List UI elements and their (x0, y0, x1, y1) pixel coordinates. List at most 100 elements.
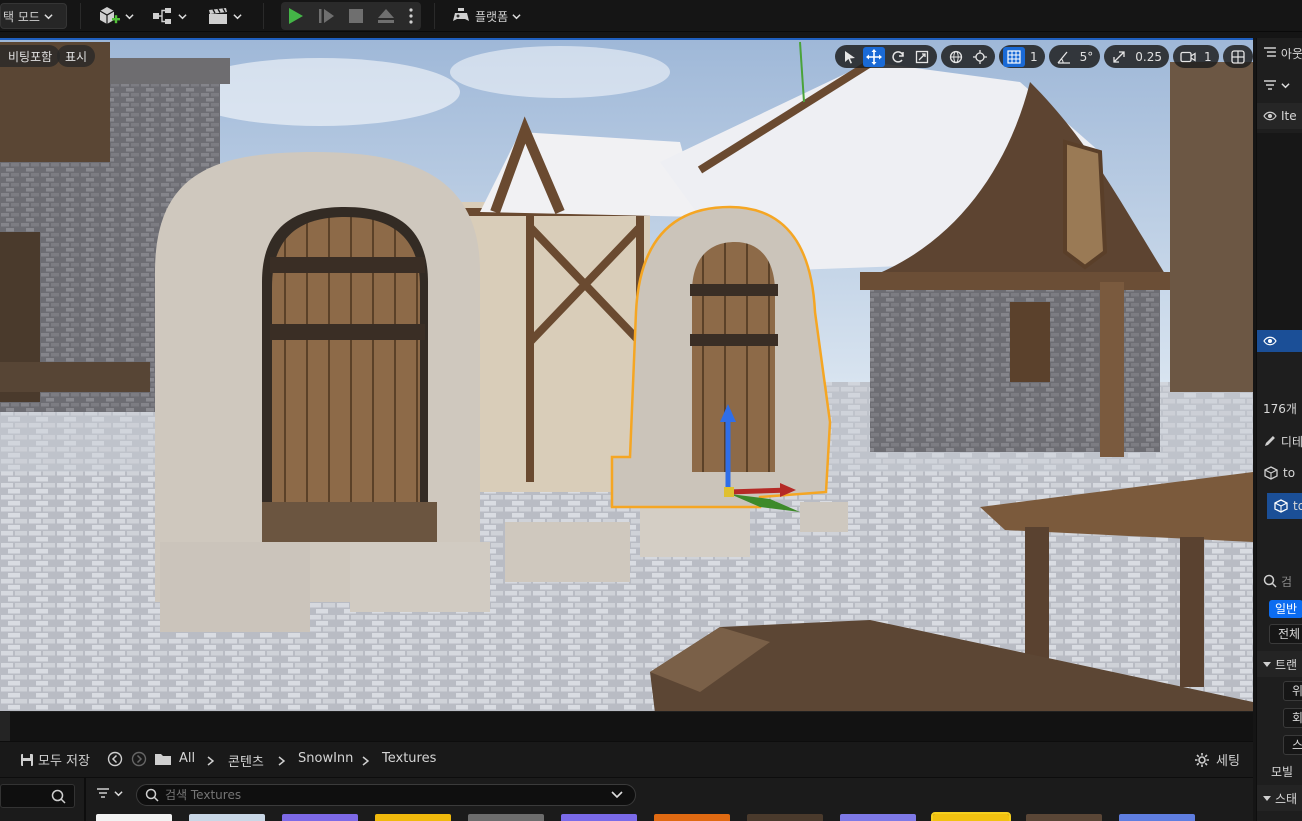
history-forward-button[interactable] (131, 751, 147, 770)
chevron-down-icon (233, 13, 242, 19)
scale-label: 스 (1283, 735, 1302, 755)
outliner-selected-row[interactable] (1257, 330, 1302, 352)
arrow-left-circle-icon (107, 751, 123, 767)
camera-speed-button[interactable] (1177, 47, 1199, 67)
select-mode-button[interactable] (839, 47, 861, 67)
main-toolbar: 택 모드 플랫폼 (0, 0, 1302, 32)
scale-mode-button[interactable] (911, 47, 933, 67)
drawer-tab[interactable] (0, 712, 10, 742)
scale-row[interactable]: 스 (1257, 732, 1302, 758)
play-button[interactable] (281, 3, 309, 29)
chevron-down-icon[interactable] (611, 791, 623, 799)
breadcrumb-all[interactable]: All (179, 751, 195, 766)
details-tab[interactable]: 디테 (1257, 428, 1302, 454)
asset-thumbnail[interactable] (654, 814, 730, 821)
level-viewport[interactable] (0, 38, 1253, 711)
rotate-icon (892, 50, 904, 63)
filter-dropdown-button[interactable] (96, 788, 123, 798)
rotation-label: 회 (1283, 708, 1302, 728)
toolbar-separator (263, 3, 264, 29)
asset-thumbnail[interactable] (931, 812, 1011, 821)
save-all-button[interactable]: 모두 저장 (20, 750, 90, 769)
breadcrumb-textures[interactable]: Textures (382, 751, 436, 766)
location-row[interactable]: 위 (1257, 678, 1302, 704)
static-mesh-section[interactable]: 스태 (1257, 785, 1302, 811)
transform-section[interactable]: 트랜 (1257, 651, 1302, 677)
asset-thumbnail[interactable] (375, 814, 451, 821)
viewport-options-button[interactable]: 비팅포함 (0, 45, 61, 67)
settings-label: 세팅 (1216, 754, 1240, 769)
asset-search-input[interactable] (165, 788, 605, 802)
general-tab-label: 일반 (1269, 600, 1302, 618)
rotate-mode-button[interactable] (887, 47, 909, 67)
asset-thumbnail[interactable] (1026, 814, 1102, 821)
rotation-row[interactable]: 회 (1257, 705, 1302, 731)
eye-icon[interactable] (1263, 336, 1277, 346)
details-actor-name: to (1283, 466, 1296, 480)
eject-button[interactable] (373, 3, 399, 29)
cinematics-button[interactable] (207, 3, 242, 29)
history-back-button[interactable] (107, 751, 123, 770)
outliner-list[interactable] (1257, 133, 1302, 333)
details-tab-label: 디테 (1280, 434, 1302, 449)
details-search-placeholder: 검 (1281, 574, 1293, 589)
play-options-button[interactable] (403, 3, 419, 29)
show-button[interactable]: 표시 (57, 45, 96, 67)
move-icon (866, 48, 882, 65)
stop-button[interactable] (343, 3, 369, 29)
outliner-column-label: Ite (1281, 109, 1297, 123)
surface-snap-button[interactable] (969, 47, 991, 67)
camera-speed-value[interactable]: 1 (1201, 50, 1215, 64)
details-general-tab[interactable]: 일반 (1257, 596, 1302, 622)
actor-count-label: 176개 (1263, 401, 1297, 416)
outliner-tab[interactable]: 아웃 (1257, 40, 1302, 66)
location-label: 위 (1283, 681, 1302, 701)
collapse-arrow-icon (1263, 796, 1271, 801)
platforms-button[interactable]: 플랫폼 (451, 3, 521, 29)
asset-thumbnail[interactable] (1119, 814, 1195, 821)
outliner-filter-button[interactable] (1257, 72, 1302, 98)
advance-frame-button[interactable] (313, 3, 339, 29)
layout-grid-icon (1230, 49, 1245, 64)
translate-mode-button[interactable] (863, 46, 885, 67)
search-icon (145, 788, 159, 802)
mobility-label: 모빌 (1271, 764, 1294, 779)
details-all-tab[interactable]: 전체 (1257, 621, 1302, 647)
asset-search-box[interactable] (136, 784, 636, 806)
play-icon (289, 8, 303, 24)
blueprint-button[interactable] (152, 3, 187, 29)
details-component-row[interactable]: to (1267, 493, 1302, 519)
asset-thumbnail[interactable] (561, 814, 637, 821)
transform-toolbar: 1 5° 0.25 1 (835, 45, 1253, 68)
asset-thumbnail[interactable] (189, 814, 265, 821)
viewport-layout-button[interactable] (1227, 47, 1249, 67)
world-local-button[interactable] (945, 47, 967, 67)
asset-thumbnail[interactable] (747, 814, 823, 821)
scale-snap-value[interactable]: 0.25 (1132, 50, 1165, 64)
grid-icon (1007, 49, 1021, 64)
chevron-down-icon (125, 13, 134, 19)
breadcrumb-content[interactable]: 콘텐츠 (228, 751, 264, 770)
grid-snap-toggle[interactable] (1003, 46, 1025, 67)
grid-snap-value[interactable]: 1 (1027, 50, 1041, 64)
folder-icon (155, 754, 171, 765)
asset-thumbnail[interactable] (468, 814, 544, 821)
folder-icon-wrapper[interactable] (154, 752, 172, 769)
grid-snap-group: 1 (999, 45, 1045, 68)
search-icon (1263, 574, 1277, 588)
cursor-icon (845, 50, 855, 63)
mode-selector-button[interactable]: 택 모드 (0, 3, 67, 29)
breadcrumb-snowinn[interactable]: SnowInn (298, 751, 353, 766)
scale-snap-toggle[interactable] (1108, 47, 1130, 67)
outliner-tab-label: 아웃 (1280, 46, 1302, 61)
details-search[interactable]: 검 (1257, 568, 1302, 594)
mobility-row[interactable]: 모빌 (1257, 758, 1302, 784)
rotation-snap-value[interactable]: 5° (1077, 50, 1097, 64)
settings-button[interactable]: 세팅 (1194, 750, 1240, 769)
asset-thumbnail[interactable] (282, 814, 358, 821)
asset-thumbnail[interactable] (840, 814, 916, 821)
add-actor-button[interactable] (97, 3, 134, 29)
asset-thumbnail[interactable] (96, 814, 172, 821)
rotation-snap-toggle[interactable] (1053, 47, 1075, 67)
sources-search[interactable] (0, 784, 75, 808)
